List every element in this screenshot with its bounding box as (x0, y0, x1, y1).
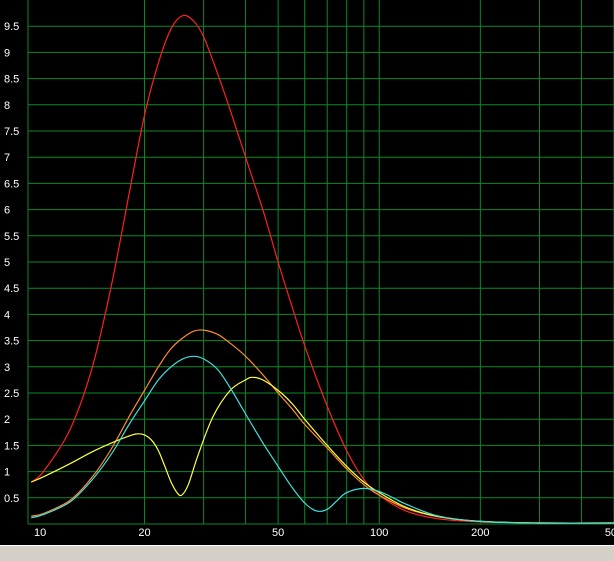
y-tick-label: 6.5 (4, 178, 19, 190)
y-tick-label: 5 (4, 257, 10, 269)
y-tick-label: 8 (4, 100, 10, 112)
y-tick-label: 9.5 (4, 21, 19, 33)
y-tick-label: 9 (4, 47, 10, 59)
y-tick-label: 0.5 (4, 493, 19, 505)
y-tick-label: 3.5 (4, 336, 19, 348)
chart-plot-area: 0.511.522.533.544.555.566.577.588.599.5 … (0, 0, 614, 545)
y-tick-label: 4.5 (4, 283, 19, 295)
x-tick-label: 10 (34, 527, 46, 539)
plot-background (0, 0, 614, 545)
y-tick-label: 5.5 (4, 231, 19, 243)
y-tick-label: 2.5 (4, 388, 19, 400)
y-tick-label: 7.5 (4, 126, 19, 138)
x-tick-label: 200 (471, 527, 489, 539)
x-tick-label: 20 (138, 527, 150, 539)
window-status-strip (0, 545, 614, 561)
y-tick-label: 4 (4, 309, 10, 321)
y-tick-label: 8.5 (4, 74, 19, 86)
y-tick-label: 3 (4, 362, 10, 374)
y-tick-label: 6 (4, 205, 10, 217)
y-tick-label: 2 (4, 414, 10, 426)
y-tick-label: 7 (4, 152, 10, 164)
y-tick-label: 1 (4, 467, 10, 479)
y-tick-label: 1.5 (4, 440, 19, 452)
x-tick-label: 500 (605, 527, 614, 539)
x-tick-label: 50 (272, 527, 284, 539)
x-tick-label: 100 (370, 527, 388, 539)
